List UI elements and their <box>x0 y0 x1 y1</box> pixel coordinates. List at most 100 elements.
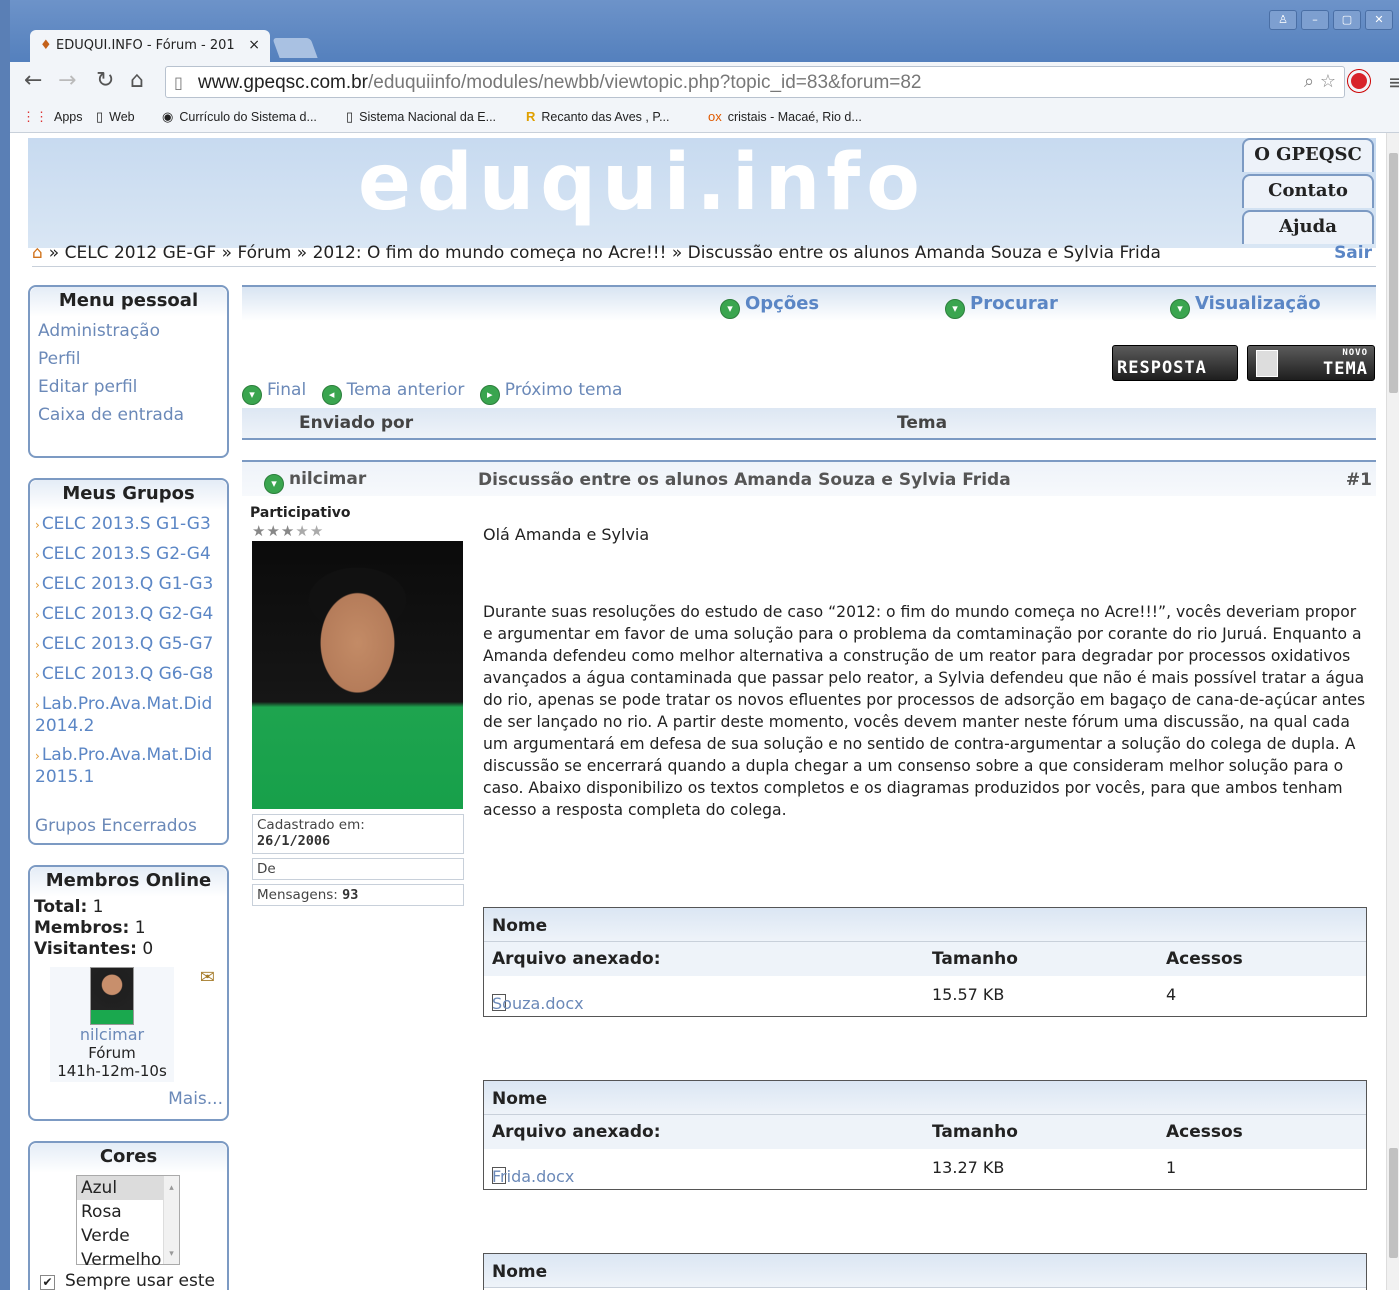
close-tab-icon[interactable]: × <box>248 37 260 53</box>
avatar[interactable] <box>90 967 134 1025</box>
breadcrumb: ⌂ » CELC 2012 GE-GF » Fórum » 2012: O fim… <box>32 243 1376 267</box>
scrollbar-thumb[interactable] <box>1389 153 1398 393</box>
nav-gpeqsc[interactable]: O GPEQSC <box>1242 138 1374 172</box>
favicon-icon: ♦ <box>40 38 52 53</box>
site-logo[interactable]: eduqui.info <box>358 138 926 228</box>
arrow-down-icon: ▾ <box>242 385 262 405</box>
group-link[interactable]: Lab.Pro.Ava.Mat.Did 2015.1 <box>30 741 227 792</box>
star-icon: ★ <box>309 522 325 540</box>
arrow-down-icon: ▾ <box>945 299 965 319</box>
online-members: Membros Online Total: 1 Membros: 1 Visit… <box>28 865 229 1121</box>
last-link[interactable]: ▾ Final <box>242 380 306 405</box>
reply-button[interactable]: RESPOSTA <box>1112 345 1238 381</box>
bookmark-cristais[interactable]: ox cristais - Macaé, Rio d... <box>708 109 862 124</box>
group-link[interactable]: CELC 2013.S G1-G3 <box>30 510 227 540</box>
address-bar[interactable]: ▯ www.gpeqsc.com.br/eduquiinfo/modules/n… <box>165 66 1345 98</box>
reload-icon[interactable]: ↻ <box>96 68 114 93</box>
menu-item-profile[interactable]: Perfil <box>30 345 227 373</box>
browser-tab[interactable]: ♦ EDUQUI.INFO - Fórum - 201 × <box>30 30 270 62</box>
scrollbar-thumb[interactable] <box>1389 1148 1398 1258</box>
zoom-star-icons[interactable]: ⌕ ☆ <box>1304 71 1336 92</box>
maximize-icon[interactable]: ▢ <box>1333 10 1361 30</box>
group-link[interactable]: CELC 2013.Q G1-G3 <box>30 570 227 600</box>
bookmark-apps[interactable]: ⋮⋮ Apps <box>22 109 83 125</box>
menu-item-edit-profile[interactable]: Editar perfil <box>30 373 227 401</box>
col-file: Arquivo anexado: <box>492 1122 661 1142</box>
group-link[interactable]: Lab.Pro.Ava.Mat.Did 2014.2 <box>30 690 227 741</box>
online-members-title: Membros Online <box>30 867 227 897</box>
window-controls: ♙ – ▢ ✕ <box>1269 10 1393 32</box>
previous-topic-link[interactable]: ◂ Tema anterior <box>321 380 464 405</box>
back-icon[interactable]: ← <box>24 68 42 93</box>
forward-icon[interactable]: → <box>58 68 76 93</box>
post-text: Durante suas resoluções do estudo de cas… <box>483 603 1366 819</box>
view-menu[interactable]: ▾ Visualização <box>1170 293 1321 319</box>
select-scrollbar[interactable]: ▴ ▾ <box>163 1176 179 1264</box>
home-icon[interactable]: ⌂ <box>130 68 144 93</box>
arrow-right-icon: ▸ <box>479 385 500 405</box>
personal-menu-title: Menu pessoal <box>30 287 227 317</box>
my-groups: Meus Grupos CELC 2013.S G1-G3 CELC 2013.… <box>28 478 229 845</box>
attachment-row: Souza.docx 15.57 KB 4 <box>492 985 1177 1013</box>
col-size: Tamanho <box>932 1122 1018 1142</box>
site-header: eduqui.info O GPEQSC Contato Ajuda <box>28 138 1376 248</box>
top-nav: O GPEQSC Contato Ajuda <box>1242 138 1374 244</box>
menu-item-admin[interactable]: Administração <box>30 317 227 345</box>
group-link[interactable]: CELC 2013.S G2-G4 <box>30 540 227 570</box>
topic-nav: ▾ Final ◂ Tema anterior ▸ Próximo tema <box>242 380 632 405</box>
options-menu[interactable]: ▾ Opções <box>720 293 819 319</box>
color-theme-box: Cores Azul Rosa Verde Vermelho ▴ ▾ ✔ Sempr… <box>28 1141 229 1290</box>
col-size: Tamanho <box>932 949 1018 969</box>
home-icon[interactable]: ⌂ <box>32 243 43 263</box>
page-scrollbar[interactable] <box>1386 133 1399 1290</box>
posts-label: Mensagens: <box>257 887 338 903</box>
post-header: ▾ nilcimar Discussão entre os alunos Aman… <box>242 460 1376 496</box>
check-icon[interactable]: ✔ <box>40 1275 55 1290</box>
private-message-icon[interactable]: ✉ <box>200 967 215 988</box>
bookmark-curriculo[interactable]: ◉ Currículo do Sistema d... <box>162 109 317 125</box>
star-icon: ★ <box>266 522 281 540</box>
menu-icon[interactable]: ≡ <box>1388 70 1399 94</box>
bookmark-recanto[interactable]: R Recanto das Aves , P... <box>526 109 670 124</box>
group-link[interactable]: CELC 2013.Q G5-G7 <box>30 630 227 660</box>
poster-rank: Participativo <box>250 505 351 521</box>
arrow-left-icon: ◂ <box>321 385 342 405</box>
document-icon <box>1256 350 1278 377</box>
from-info: De <box>252 858 464 880</box>
online-total: Total: 1 <box>34 897 104 917</box>
bookmarks-bar: ⋮⋮ Apps ▯ Web ◉ Currículo do Sistema d... ▯… <box>10 102 1399 133</box>
online-member-name[interactable]: nilcimar <box>50 1025 174 1044</box>
post-number[interactable]: #1 <box>1346 470 1372 490</box>
new-tab-button[interactable] <box>272 38 318 58</box>
always-use-checkbox[interactable]: ✔ Sempre usar este <box>40 1271 227 1290</box>
tab-title: EDUQUI.INFO - Fórum - 201 <box>56 38 235 53</box>
new-topic-button[interactable]: NOVO TEMA <box>1247 345 1375 381</box>
next-topic-link[interactable]: ▸ Próximo tema <box>479 380 622 405</box>
close-window-icon[interactable]: ✕ <box>1365 10 1393 30</box>
nav-ajuda[interactable]: Ajuda <box>1242 210 1374 244</box>
search-menu[interactable]: ▾ Procurar <box>945 293 1058 319</box>
group-link[interactable]: CELC 2013.Q G2-G4 <box>30 600 227 630</box>
breadcrumb-path[interactable]: » CELC 2012 GE-GF » Fórum » 2012: O fim … <box>49 243 1161 263</box>
attachment-accesses: 4 <box>1166 985 1177 1004</box>
registered-label: Cadastrado em: <box>257 817 365 833</box>
color-select[interactable]: Azul Rosa Verde Vermelho ▴ ▾ <box>76 1175 180 1270</box>
attachment-table: Nome Arquivo anexado: Tamanho Acessos Fr… <box>483 1080 1367 1190</box>
more-link[interactable]: Mais... <box>168 1089 223 1109</box>
star-icon: ★ <box>295 522 310 540</box>
attachment-name-header: Nome <box>484 1081 1366 1115</box>
menu-item-inbox[interactable]: Caixa de entrada <box>30 401 227 429</box>
bookmark-web[interactable]: ▯ Web <box>96 109 135 125</box>
closed-groups-link[interactable]: Grupos Encerrados <box>30 812 227 841</box>
minimize-icon[interactable]: – <box>1301 10 1329 30</box>
user-icon[interactable]: ♙ <box>1269 10 1297 30</box>
logout-link[interactable]: Sair <box>1334 243 1372 263</box>
extension-icon[interactable] <box>1348 70 1370 92</box>
post-author[interactable]: ▾ nilcimar <box>264 469 366 494</box>
nav-contato[interactable]: Contato <box>1242 174 1374 208</box>
group-link[interactable]: CELC 2013.Q G6-G8 <box>30 660 227 690</box>
url-text[interactable]: www.gpeqsc.com.br/eduquiinfo/modules/new… <box>198 72 922 94</box>
posts-table-header: Enviado por Tema <box>242 408 1376 440</box>
bookmark-sistema[interactable]: ▯ Sistema Nacional da E... <box>346 109 496 125</box>
page-icon: ▯ <box>174 73 183 92</box>
